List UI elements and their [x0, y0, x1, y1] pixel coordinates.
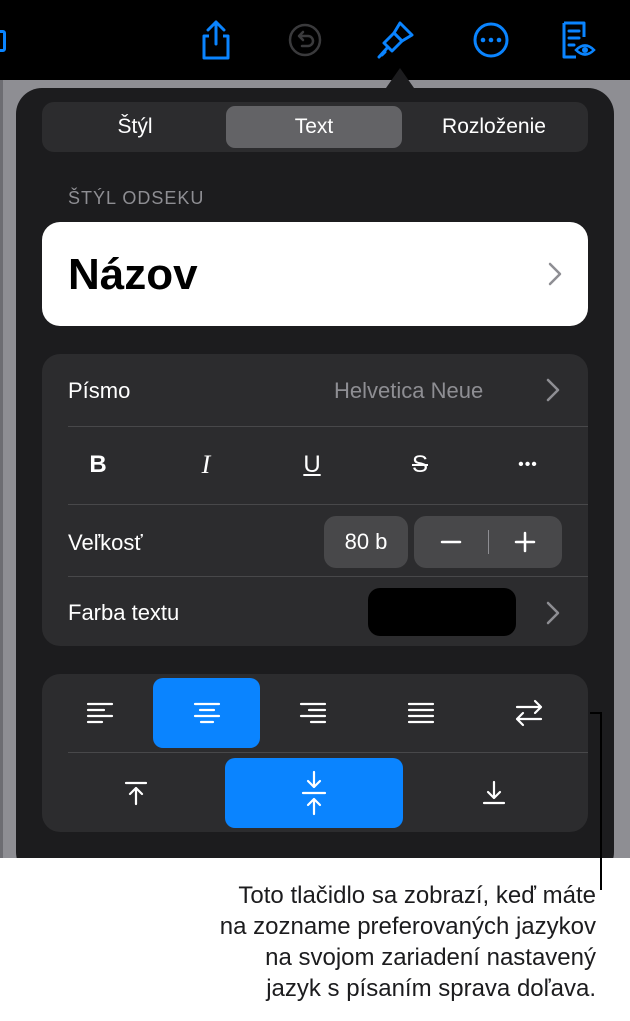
- bold-button[interactable]: B: [68, 445, 128, 485]
- align-justify-icon: [407, 702, 435, 724]
- align-right-button[interactable]: [260, 678, 366, 748]
- text-color-label: Farba textu: [68, 600, 180, 625]
- callout-line: [600, 712, 602, 890]
- align-left-button[interactable]: [48, 678, 152, 748]
- decrease-size-button[interactable]: [414, 516, 488, 568]
- align-right-icon: [299, 702, 327, 724]
- text-color-swatch[interactable]: [368, 588, 516, 636]
- share-icon[interactable]: [196, 18, 236, 62]
- paragraph-style-name: Názov: [68, 250, 198, 299]
- callout-line-3: na svojom zariadení nastavený: [265, 944, 596, 971]
- align-left-icon: [86, 702, 114, 724]
- chevron-right-icon: [546, 601, 560, 630]
- increase-size-button[interactable]: [488, 516, 562, 568]
- toolbar: [0, 0, 630, 80]
- undo-icon[interactable]: [285, 18, 325, 62]
- align-top-icon: [124, 781, 147, 806]
- vertical-align-top-button[interactable]: [48, 758, 223, 828]
- paragraph-style-label: ŠTÝL ODSEKU: [68, 188, 205, 208]
- document-edge: [0, 80, 3, 858]
- underline-button[interactable]: U: [282, 445, 342, 485]
- align-middle-icon: [301, 770, 327, 816]
- divider: [68, 752, 588, 753]
- callout-text: Toto tlačidlo sa zobrazí, keď máte na zo…: [126, 880, 596, 1004]
- paragraph-style-button[interactable]: Názov: [42, 222, 588, 326]
- font-value: Helvetica Neue: [334, 378, 484, 403]
- divider: [68, 426, 588, 427]
- size-label: Veľkosť: [68, 530, 143, 555]
- text-direction-icon: [515, 699, 543, 727]
- align-justify-button[interactable]: [368, 678, 474, 748]
- rtl-toggle-button[interactable]: [476, 678, 582, 748]
- align-center-button[interactable]: [153, 678, 260, 748]
- callout-line-2: na zozname preferovaných jazykov: [219, 913, 596, 940]
- align-center-icon: [193, 702, 220, 724]
- paintbrush-icon[interactable]: [376, 18, 416, 62]
- tab-style[interactable]: Štýl: [46, 106, 224, 148]
- strikethrough-button[interactable]: S: [390, 445, 450, 485]
- callout-line-1: Toto tlačidlo sa zobrazí, keď máte: [238, 882, 596, 909]
- chevron-right-icon: [548, 262, 562, 291]
- format-tabs: Štýl Text Rozloženie: [42, 102, 588, 152]
- document-icon[interactable]: [0, 30, 6, 52]
- vertical-align-middle-button[interactable]: [225, 758, 403, 828]
- italic-button[interactable]: I: [176, 445, 236, 485]
- size-stepper: [414, 516, 562, 568]
- chevron-right-icon: [546, 378, 560, 407]
- divider: [68, 504, 588, 505]
- callout-line-4: jazyk s písaním sprava doľava.: [266, 975, 596, 1002]
- tab-layout[interactable]: Rozloženie: [404, 106, 584, 148]
- font-label: Písmo: [68, 378, 131, 403]
- reader-view-icon[interactable]: [558, 18, 598, 62]
- align-bottom-icon: [482, 780, 506, 805]
- more-text-options-button[interactable]: •••: [498, 445, 558, 485]
- more-icon[interactable]: [471, 18, 511, 62]
- tab-text[interactable]: Text: [226, 106, 402, 148]
- size-field[interactable]: 80 b: [324, 516, 408, 568]
- vertical-align-bottom-button[interactable]: [405, 758, 583, 828]
- popover-arrow: [386, 68, 414, 88]
